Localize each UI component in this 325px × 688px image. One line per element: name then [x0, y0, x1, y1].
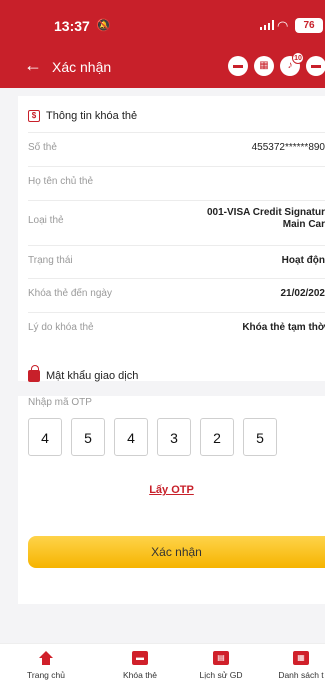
otp-hint: Nhập mã OTP	[28, 397, 92, 408]
row-status: Trạng thái Hoạt độn	[28, 245, 325, 277]
value-status: Hoạt độn	[281, 255, 325, 266]
status-time: 13:37	[54, 18, 90, 34]
label-lock-until: Khóa thẻ đến ngày	[28, 288, 112, 299]
otp-section-title: Mật khẩu giao dịch	[46, 370, 139, 382]
page-title: Xác nhận	[52, 59, 112, 75]
label-card-holder: Họ tên chủ thẻ	[28, 176, 94, 187]
otp-digit-1[interactable]: 4	[28, 418, 62, 456]
card-lock-info-section: $ Thông tin khóa thẻ Số thẻ 455372******…	[18, 96, 325, 381]
otp-digit-4[interactable]: 3	[157, 418, 191, 456]
card-lock-icon: ▬	[132, 651, 148, 665]
otp-digit-2[interactable]: 5	[71, 418, 105, 456]
row-card-number: Số thẻ 455372******890	[28, 132, 325, 164]
list-icon: ▦	[293, 651, 309, 665]
mute-icon: 🔕	[96, 18, 111, 32]
lock-icon	[28, 365, 40, 382]
value-card-type-line1: 001-VISA Credit Signatur	[207, 207, 325, 218]
value-card-number: 455372******890	[251, 142, 325, 153]
label-card-type: Loại thẻ	[28, 215, 64, 226]
battery-icon: 76	[295, 18, 323, 33]
otp-digit-3[interactable]: 4	[114, 418, 148, 456]
value-card-type: 001-VISA Credit Signatur Main Car	[207, 207, 325, 231]
get-otp-link[interactable]: Lấy OTP	[18, 484, 325, 496]
confirm-button[interactable]: Xác nhận	[28, 536, 325, 568]
otp-section-header: Mật khẩu giao dịch	[28, 365, 139, 382]
notification-badge: 10	[292, 52, 304, 64]
wifi-icon: ◠	[277, 18, 289, 33]
bottom-tab-bar: Trang chủ ▬ Khóa thẻ ▤ Lịch sử GD ▦ Danh…	[0, 643, 325, 688]
qr-icon[interactable]: ▦	[254, 56, 274, 76]
label-lock-reason: Lý do khóa thẻ	[28, 322, 94, 333]
row-lock-until: Khóa thẻ đến ngày 21/02/202	[28, 278, 325, 310]
nav-bar: ← Xác nhận ▬ ▦ ♪ 10 ▬	[0, 52, 325, 80]
back-arrow-icon[interactable]: ←	[24, 55, 42, 76]
row-card-type: Loại thẻ 001-VISA Credit Signatur Main C…	[28, 200, 325, 242]
tab-history[interactable]: ▤ Lịch sử GD	[186, 651, 256, 680]
otp-digit-6[interactable]: 5	[243, 418, 277, 456]
section-title: Thông tin khóa thẻ	[46, 110, 138, 122]
chat-icon[interactable]: ▬	[228, 56, 248, 76]
label-card-number: Số thẻ	[28, 142, 57, 153]
menu-icon[interactable]: ▬	[306, 56, 325, 76]
status-bar: 13:37 🔕 ◠ 76	[0, 14, 325, 38]
value-lock-until: 21/02/202	[280, 288, 325, 299]
signal-icon	[260, 20, 274, 30]
notification-icon[interactable]: ♪ 10	[280, 52, 304, 76]
home-icon	[39, 651, 53, 665]
app-header: 13:37 🔕 ◠ 76 ← Xác nhận ▬ ▦ ♪ 10 ▬	[0, 0, 325, 88]
tab-card-lock[interactable]: ▬ Khóa thẻ	[105, 651, 175, 680]
tab-list-label: Danh sách t	[278, 670, 324, 680]
tab-home-label: Trang chủ	[27, 670, 65, 680]
tab-home[interactable]: Trang chủ	[11, 651, 81, 680]
card-info-icon: $	[28, 110, 40, 122]
otp-input-group[interactable]: 4 5 4 3 2 5	[28, 418, 277, 456]
tab-list[interactable]: ▦ Danh sách t	[266, 651, 325, 680]
history-icon: ▤	[213, 651, 229, 665]
label-status: Trạng thái	[28, 255, 73, 266]
row-lock-reason: Lý do khóa thẻ Khóa thẻ tạm thờ	[28, 312, 325, 344]
tab-card-lock-label: Khóa thẻ	[122, 670, 158, 680]
value-card-type-line2: Main Car	[282, 219, 325, 230]
otp-digit-5[interactable]: 2	[200, 418, 234, 456]
section-header: $ Thông tin khóa thẻ	[28, 110, 137, 122]
value-lock-reason: Khóa thẻ tạm thờ	[242, 322, 325, 333]
row-card-holder: Họ tên chủ thẻ	[28, 166, 325, 198]
tab-history-label: Lịch sử GD	[199, 670, 243, 680]
